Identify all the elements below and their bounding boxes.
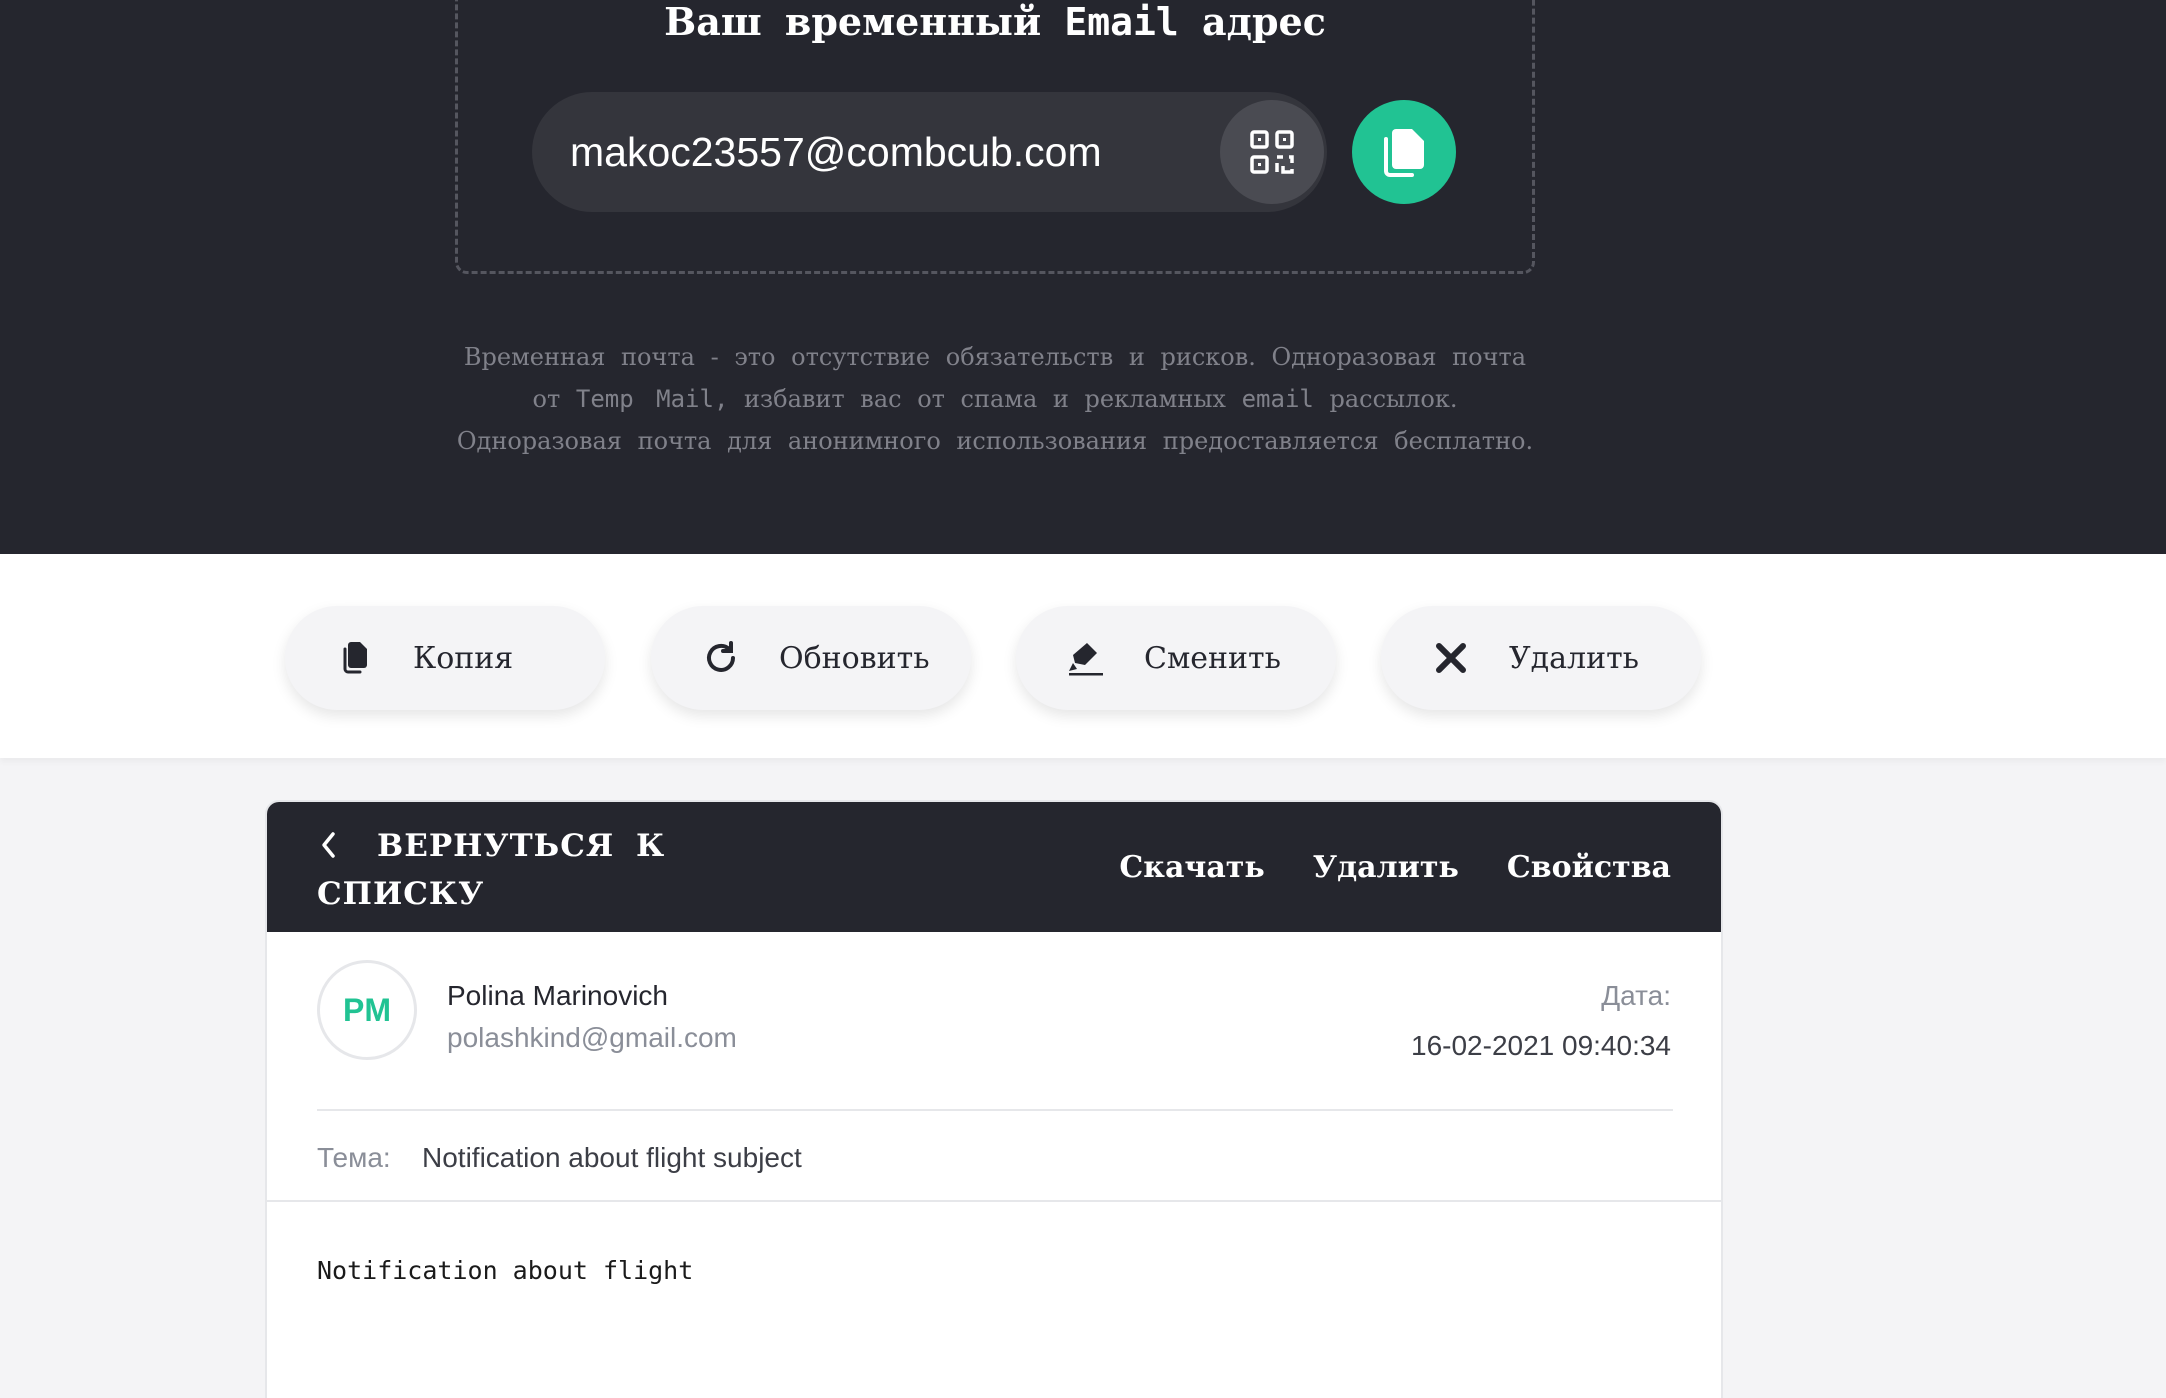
date-value: 16-02-2021 09:40:34 bbox=[1411, 1030, 1671, 1061]
divider bbox=[267, 1200, 1721, 1202]
copy-email-button[interactable] bbox=[1352, 100, 1456, 204]
copy-button-label: Копия bbox=[413, 640, 514, 676]
sender-email: polashkind@gmail.com bbox=[447, 1022, 737, 1053]
sender-name: Polina Marinovich bbox=[447, 980, 668, 1011]
close-icon bbox=[1431, 638, 1471, 678]
avatar: PM bbox=[317, 960, 417, 1060]
copy-icon bbox=[1384, 129, 1424, 177]
hero-section: Ваш временный Email адрес makoc23557@com… bbox=[0, 0, 2166, 554]
download-link[interactable]: Скачать bbox=[1119, 838, 1264, 898]
delete-button[interactable]: Удалить bbox=[1381, 606, 1701, 710]
subject-value: Notification about flight subject bbox=[422, 1142, 802, 1173]
subject-label: Тема: bbox=[317, 1142, 391, 1173]
divider bbox=[317, 1109, 1673, 1111]
pen-icon bbox=[1066, 638, 1106, 678]
message-header-actions: Скачать Удалить Свойства bbox=[1119, 838, 1671, 898]
delete-message-link[interactable]: Удалить bbox=[1313, 838, 1459, 898]
email-address-field[interactable]: makoc23557@combcub.com bbox=[532, 92, 1327, 212]
email-address-text[interactable]: makoc23557@combcub.com bbox=[570, 92, 1102, 212]
hero-description: Временная почта - это отсутствие обязате… bbox=[456, 343, 1534, 455]
change-button-label: Сменить bbox=[1144, 640, 1281, 676]
refresh-button-label: Обновить bbox=[779, 640, 930, 676]
hero-title: Ваш временный Email адрес bbox=[664, 0, 1326, 44]
copy-icon bbox=[335, 638, 375, 678]
copy-button[interactable]: Копия bbox=[285, 606, 605, 710]
message-header: ВЕРНУТЬСЯ К СПИСКУ Скачать Удалить Свойс… bbox=[267, 802, 1721, 932]
qr-code-icon bbox=[1250, 130, 1294, 174]
qr-code-button[interactable] bbox=[1220, 100, 1324, 204]
message-body: Notification about flight bbox=[317, 1256, 694, 1285]
refresh-icon bbox=[701, 638, 741, 678]
action-bar: Копия Обновить Сменить Удалить bbox=[0, 554, 2166, 758]
properties-link[interactable]: Свойства bbox=[1507, 838, 1671, 898]
change-button[interactable]: Сменить bbox=[1016, 606, 1336, 710]
date-label: Дата: bbox=[1601, 980, 1671, 1011]
delete-button-label: Удалить bbox=[1509, 640, 1640, 676]
back-to-list-link[interactable]: ВЕРНУТЬСЯ К СПИСКУ bbox=[317, 822, 697, 918]
refresh-button[interactable]: Обновить bbox=[651, 606, 971, 710]
message-panel: ВЕРНУТЬСЯ К СПИСКУ Скачать Удалить Свойс… bbox=[265, 800, 1723, 1398]
